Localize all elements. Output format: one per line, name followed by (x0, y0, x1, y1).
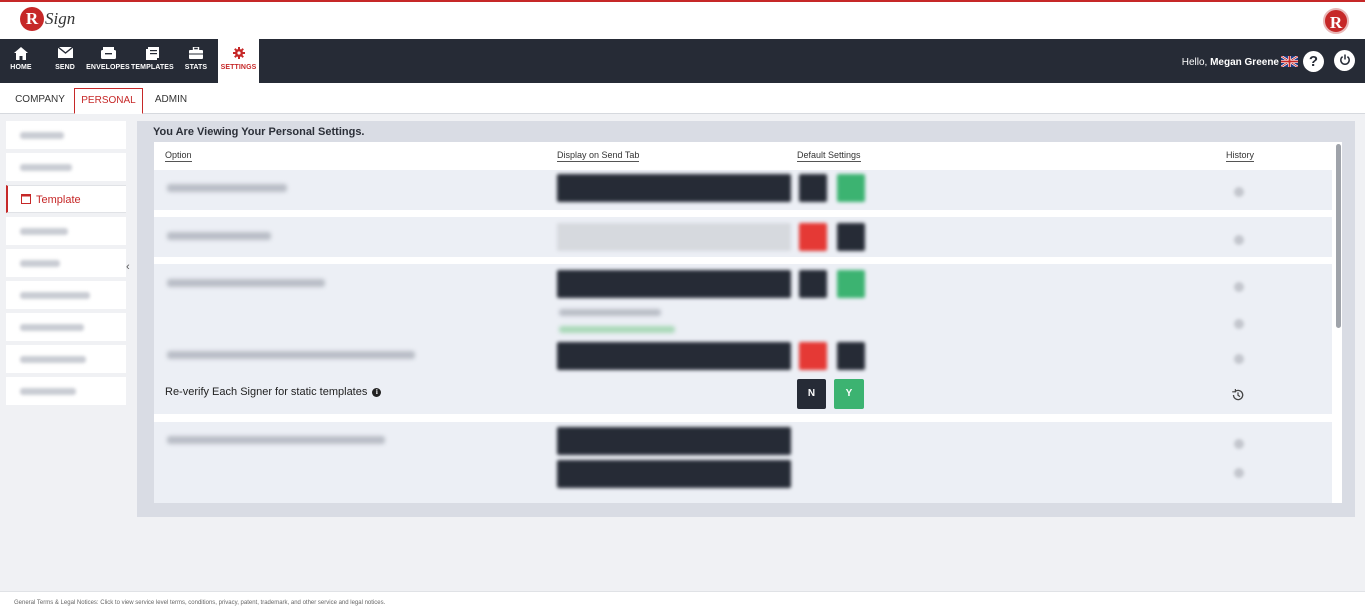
help-icon[interactable]: ? (1303, 51, 1324, 72)
logo-badge: R (20, 7, 44, 31)
nav-stats[interactable]: STATS (182, 39, 210, 83)
info-icon[interactable]: i (372, 387, 382, 397)
history-icon[interactable] (1231, 388, 1245, 402)
column-header-default: Default Settings (797, 150, 861, 162)
sidebar-item-7[interactable] (6, 313, 126, 341)
display-select[interactable] (557, 427, 791, 455)
power-icon[interactable] (1334, 50, 1355, 71)
sidebar-item-4[interactable] (6, 217, 126, 245)
display-select[interactable] (557, 223, 791, 251)
sidebar-item-2[interactable] (6, 153, 126, 181)
personal-settings-panel: You Are Viewing Your Personal Settings. … (137, 121, 1355, 517)
display-select[interactable] (557, 174, 791, 202)
nav-home[interactable]: HOME (6, 39, 36, 83)
settings-tabs: COMPANY PERSONAL ADMIN (0, 83, 1365, 114)
sidebar-item-6[interactable] (6, 281, 126, 309)
display-select[interactable] (557, 270, 791, 298)
main-nav: HOME SEND ENVELOPES TEMPLATES STATS SETT… (0, 39, 1365, 83)
column-header-option: Option (165, 150, 192, 162)
legal-notice-link[interactable]: General Terms & Legal Notices: Click to … (14, 600, 385, 606)
sidebar-collapse-icon[interactable]: ‹ (126, 261, 130, 273)
inbox-icon (86, 39, 130, 61)
briefcase-icon (182, 39, 210, 61)
reverify-signer-text: Re-verify Each Signer for static templat… (165, 386, 368, 398)
nav-settings[interactable]: SETTINGS (218, 39, 259, 83)
tab-personal[interactable]: PERSONAL (74, 88, 143, 114)
rsign-logo[interactable]: R Sign (20, 7, 75, 31)
template-icon (131, 39, 173, 61)
gear-icon (218, 39, 259, 61)
nav-stats-label: STATS (184, 64, 208, 71)
display-select[interactable] (557, 460, 791, 488)
sidebar-item-1[interactable] (6, 121, 126, 149)
user-greeting[interactable]: Hello, Megan Greene (1182, 57, 1279, 68)
company-logo: R (1323, 8, 1349, 34)
default-yes-button[interactable]: Y (834, 379, 864, 409)
column-header-display: Display on Send Tab (557, 150, 640, 162)
sidebar-item-label: Template (36, 194, 81, 206)
reverify-signer-label: Re-verify Each Signer for static templat… (165, 386, 382, 398)
column-header-history: History (1226, 150, 1255, 162)
sidebar-item-8[interactable] (6, 345, 126, 373)
sidebar-item-5[interactable] (6, 249, 126, 277)
settings-grid: Option Display on Send Tab Default Setti… (154, 142, 1342, 503)
tab-company[interactable]: COMPANY (10, 88, 70, 114)
sidebar-item-template[interactable]: Template (6, 185, 126, 213)
home-icon (6, 39, 36, 61)
nav-templates[interactable]: TEMPLATES (131, 39, 174, 83)
nav-envelopes-label: ENVELOPES (86, 64, 130, 71)
page-footer: General Terms & Legal Notices: Click to … (0, 591, 1365, 610)
grid-scrollbar[interactable] (1334, 142, 1342, 503)
tab-admin[interactable]: ADMIN (150, 88, 192, 114)
envelope-icon (50, 39, 80, 61)
settings-sidebar: Template (6, 121, 126, 411)
nav-templates-label: TEMPLATES (131, 64, 174, 71)
page-title: You Are Viewing Your Personal Settings. (153, 126, 365, 138)
default-no-button[interactable]: N (797, 379, 826, 409)
greeting-text: Hello, (1181, 57, 1208, 68)
logo-wordmark: Sign (45, 9, 76, 28)
sidebar-item-9[interactable] (6, 377, 126, 405)
brand-bar: R Sign R (0, 0, 1365, 39)
nav-settings-label: SETTINGS (220, 64, 257, 71)
nav-send[interactable]: SEND (50, 39, 80, 83)
nav-home-label: HOME (10, 64, 32, 71)
display-select[interactable] (557, 342, 791, 370)
user-name: Megan Greene (1210, 57, 1279, 68)
nav-envelopes[interactable]: ENVELOPES (86, 39, 130, 83)
uk-flag-icon[interactable] (1281, 56, 1298, 67)
scrollbar-thumb[interactable] (1336, 144, 1341, 328)
template-icon (21, 194, 31, 204)
nav-send-label: SEND (55, 64, 75, 71)
